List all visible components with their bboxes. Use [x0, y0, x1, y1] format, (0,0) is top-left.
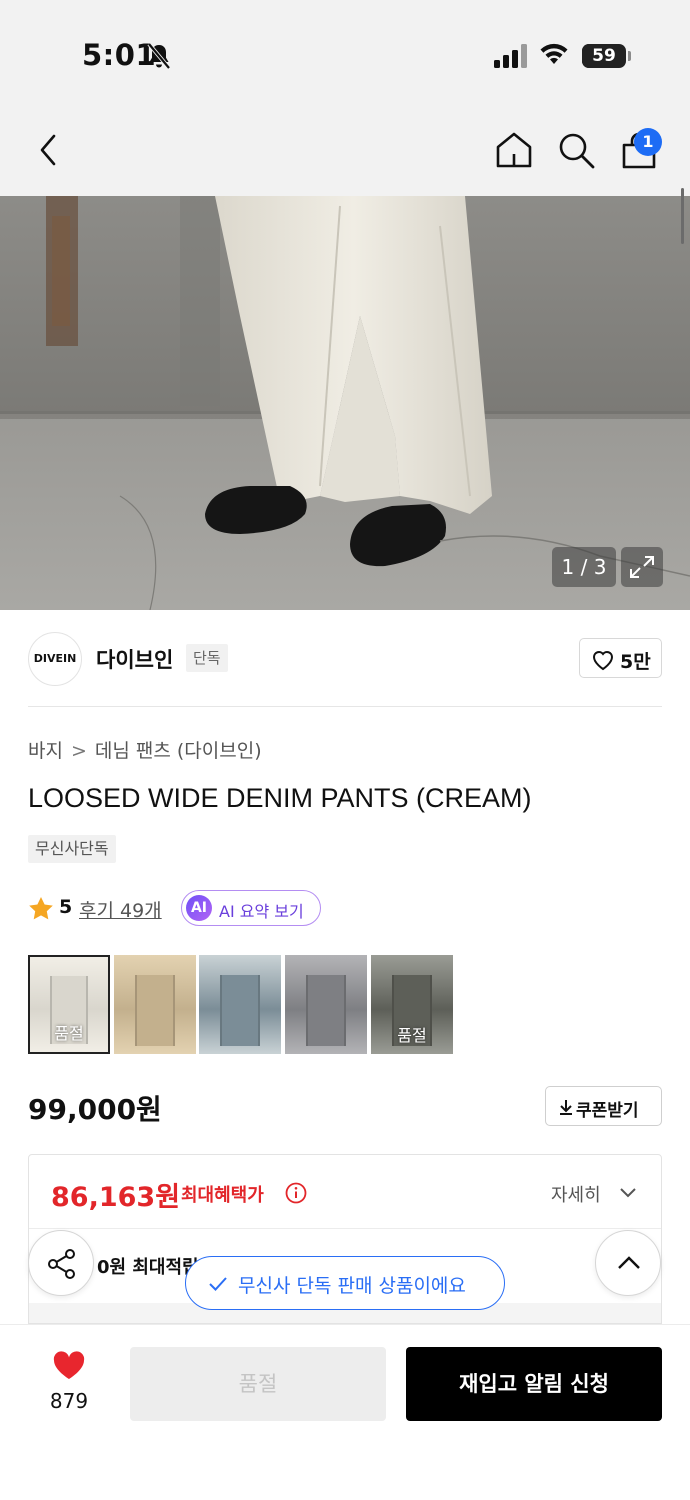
benefit-divider	[29, 1228, 661, 1229]
section-divider	[28, 706, 662, 707]
color-thumbnail[interactable]: 품절	[371, 955, 453, 1054]
thumbnail-soldout-label: 품절	[397, 1026, 427, 1045]
expand-image-button[interactable]	[621, 547, 663, 587]
ai-summary-label: AI 요약 보기	[219, 902, 304, 921]
rating-row: 5 후기 49개 AI AI 요약 보기	[28, 890, 428, 926]
battery-indicator: 59	[582, 44, 626, 68]
review-count-link[interactable]: 후기 49개	[79, 896, 162, 923]
heart-filled-icon[interactable]	[52, 1351, 86, 1381]
heart-outline-icon	[592, 651, 614, 671]
max-benefit-price: 86,163원	[51, 1182, 181, 1213]
rating-value: 5	[59, 896, 73, 918]
thumbnail-pants-shape	[135, 974, 175, 1047]
breadcrumb: 바지 > 데님 팬츠 (다이브인)	[28, 736, 262, 763]
thumbnail-pants-shape	[306, 974, 346, 1047]
cellular-signal-icon	[494, 44, 527, 68]
brand-name[interactable]: 다이브인	[96, 644, 173, 674]
ai-summary-button[interactable]: AI AI 요약 보기	[181, 890, 321, 926]
color-thumbnail[interactable]	[199, 955, 281, 1054]
brand-like-button[interactable]: 5만	[579, 638, 662, 678]
bell-slash-icon	[147, 42, 171, 70]
info-icon[interactable]	[285, 1182, 307, 1204]
share-icon	[48, 1249, 75, 1279]
thumbnail-pants-shape	[220, 974, 260, 1047]
status-bar: 5:01 59	[0, 0, 690, 100]
top-nav-bar	[0, 100, 690, 196]
color-thumbnail[interactable]: 품절	[28, 955, 110, 1054]
brand-row: DIVEIN 다이브인 단독 5만	[0, 628, 690, 688]
chevron-down-icon[interactable]	[619, 1187, 637, 1199]
ai-badge-icon: AI	[186, 895, 212, 921]
breadcrumb-subcategory[interactable]: 데님 팬츠 (다이브인)	[95, 736, 262, 763]
download-icon	[560, 1100, 572, 1115]
detail-toggle[interactable]: 자세히	[551, 1181, 601, 1207]
cart-count-badge: 1	[634, 128, 662, 156]
scroll-to-top-button[interactable]	[595, 1230, 661, 1296]
product-price: 99,000원	[28, 1093, 162, 1126]
brand-logo[interactable]: DIVEIN	[28, 632, 82, 686]
share-button[interactable]	[28, 1230, 94, 1296]
wifi-icon	[540, 43, 568, 64]
restock-alert-button[interactable]: 재입고 알림 신청	[406, 1347, 662, 1421]
toast-text: 무신사 단독 판매 상품이에요	[238, 1275, 466, 1297]
back-arrow-icon[interactable]	[36, 130, 62, 170]
exclusive-toast: 무신사 단독 판매 상품이에요	[185, 1256, 505, 1310]
battery-nub	[628, 51, 631, 61]
brand-like-count: 5만	[620, 651, 651, 673]
home-icon[interactable]	[494, 130, 534, 170]
image-counter: 1 / 3	[552, 547, 616, 587]
check-icon	[209, 1277, 227, 1291]
color-thumbnail[interactable]	[285, 955, 367, 1054]
bottom-action-bar: 879 품절 재입고 알림 신청	[0, 1324, 690, 1500]
thumbnail-soldout-label: 품절	[54, 1024, 84, 1043]
chevron-up-icon	[618, 1256, 640, 1269]
coupon-button[interactable]: 쿠폰받기	[545, 1086, 662, 1126]
max-benefit-label: 최대혜택가	[181, 1185, 264, 1206]
star-icon	[29, 897, 53, 920]
battery-label: 59	[592, 46, 616, 66]
search-icon[interactable]	[556, 130, 596, 170]
wish-count: 879	[49, 1389, 89, 1413]
brand-exclusive-tag: 단독	[186, 644, 228, 672]
exclusive-tag: 무신사단독	[28, 835, 116, 863]
coupon-label: 쿠폰받기	[576, 1101, 639, 1121]
chevron-right-icon: >	[70, 740, 87, 762]
scroll-indicator	[681, 188, 684, 244]
color-thumbnail[interactable]	[114, 955, 196, 1054]
breadcrumb-category[interactable]: 바지	[28, 736, 63, 763]
product-title: LOOSED WIDE DENIM PANTS (CREAM)	[28, 783, 532, 813]
max-point-text: 0원 최대적립	[97, 1257, 199, 1278]
soldout-button: 품절	[130, 1347, 386, 1421]
expand-icon	[630, 556, 654, 578]
